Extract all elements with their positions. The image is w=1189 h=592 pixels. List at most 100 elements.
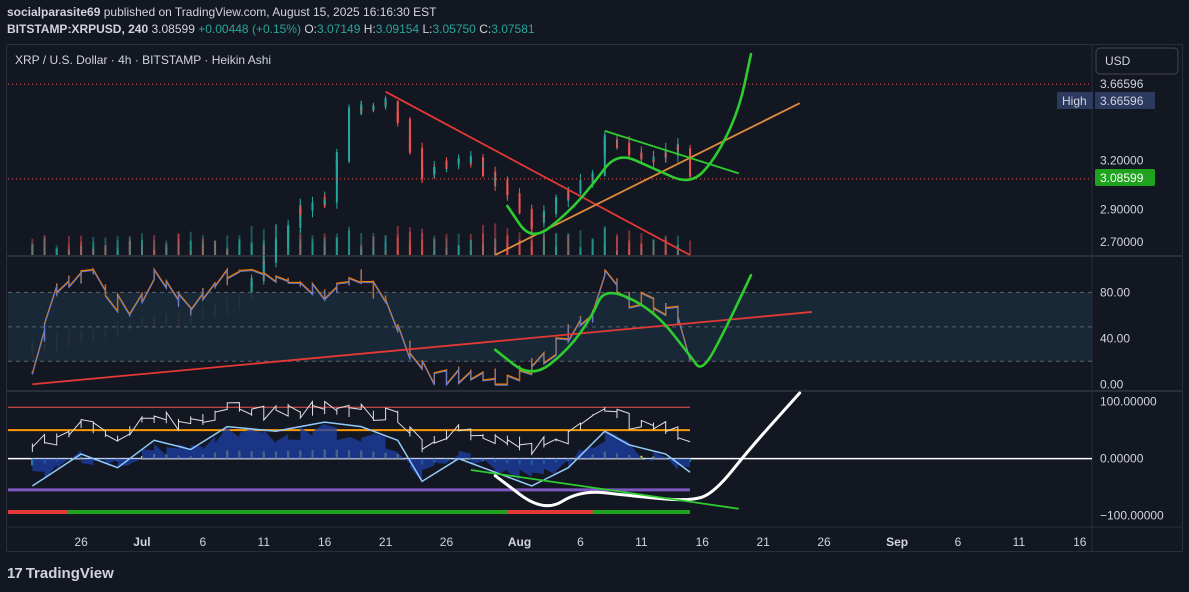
volume-bar [542, 240, 545, 255]
candle-body [628, 152, 631, 154]
candle-body [676, 146, 679, 150]
volume-bar [530, 240, 533, 255]
time-tick-label: Sep [886, 535, 908, 549]
candle-body [469, 156, 472, 159]
volume-bar [299, 234, 302, 255]
candle-body [287, 227, 290, 229]
price-tag: 3.08599 [1095, 169, 1155, 186]
candle-body [335, 159, 338, 164]
candle-body [591, 174, 594, 178]
volume-bar [469, 239, 472, 255]
volume-bar [80, 241, 83, 255]
volume-bar [494, 238, 497, 255]
volume-bar [579, 250, 582, 255]
candle-body [360, 107, 363, 110]
volume-bar [116, 250, 119, 255]
currency-button[interactable]: USD [1095, 47, 1179, 75]
time-tick-label: 6 [577, 535, 584, 549]
high-value: 3.66596 [1100, 94, 1144, 108]
candle-body [433, 167, 436, 172]
volume-bar [177, 233, 180, 255]
candle-body [384, 98, 387, 104]
volume-bar [104, 245, 107, 255]
volume-bar [43, 234, 46, 255]
volume-bar [628, 249, 631, 255]
volume-bar [676, 250, 679, 255]
downtrend-line [385, 90, 691, 256]
candle-body [323, 201, 326, 204]
volume-bar [664, 249, 667, 255]
candle-body [555, 199, 558, 202]
candle-body [652, 156, 655, 161]
candle-body [494, 178, 497, 181]
candle-body [372, 106, 375, 108]
time-tick-label: 26 [817, 535, 831, 549]
candle-body [579, 181, 582, 185]
volume-bar [262, 244, 265, 255]
time-tick-label: 6 [200, 535, 207, 549]
candle-body [640, 156, 643, 158]
time-tick-label: 16 [318, 535, 332, 549]
time-tick-label: 16 [1073, 535, 1087, 549]
volume-bar [31, 243, 34, 255]
volume-bar [214, 240, 217, 255]
price-tick-label: 2.90000 [1100, 202, 1144, 216]
volume-bar [128, 241, 131, 255]
candle-body [250, 277, 253, 285]
volume-bar [555, 248, 558, 255]
volume-bar [689, 240, 692, 255]
chart-canvas[interactable]: 2.70000 2.90000 3.20000 3.66596 0.00 40.00 80.… [0, 0, 1189, 592]
volume-bar [640, 233, 643, 255]
volume-bar [482, 224, 485, 255]
candle-body [615, 142, 618, 144]
volume-bar [603, 242, 606, 255]
candle-body [530, 222, 533, 224]
volume-bar [421, 240, 424, 255]
volume-bar [189, 240, 192, 255]
price-tick-label: 2.70000 [1100, 235, 1144, 249]
volume-bar [445, 233, 448, 255]
candle-body [299, 209, 302, 213]
candle-body [421, 173, 424, 175]
rsi-tick-label: 0.00 [1100, 377, 1124, 391]
candle-body [311, 202, 314, 204]
candle-body [689, 148, 692, 177]
candle-body [262, 262, 265, 264]
volume-bar [238, 239, 241, 255]
candle-body [603, 138, 606, 142]
volume-bar [372, 233, 375, 255]
time-tick-label: 26 [74, 535, 88, 549]
volume-bar [457, 245, 460, 255]
volume-bar [250, 242, 253, 255]
rsi-tick-label: 40.00 [1100, 331, 1130, 345]
candle-body [396, 114, 399, 124]
time-tick-label: 6 [955, 535, 962, 549]
volume-bar [311, 238, 314, 255]
volume-bar [153, 250, 156, 255]
volume-bar [226, 248, 229, 255]
volume-bar [396, 234, 399, 255]
volume-bar [408, 245, 411, 255]
tradingview-footer: 17 TradingView [7, 565, 114, 582]
rsi-tick-label: 80.00 [1100, 285, 1130, 299]
candle-body [518, 208, 521, 210]
time-tick-label: 11 [1013, 535, 1026, 549]
volume-bar [591, 250, 594, 255]
chart-title: XRP / U.S. Dollar · 4h · BITSTAMP · Heik… [15, 53, 271, 67]
volume-bar [165, 240, 168, 255]
time-tick-label: 11 [258, 535, 271, 549]
volume-bar [55, 248, 58, 255]
volume-bar [335, 238, 338, 255]
volume-bar [140, 240, 143, 255]
volume-bar [384, 241, 387, 255]
volume-bar [201, 244, 204, 255]
volume-bar [652, 240, 655, 255]
footer-brand: TradingView [25, 565, 114, 582]
volume-bar [67, 235, 70, 255]
volume-bar [348, 249, 351, 255]
volume-bar [360, 249, 363, 255]
high-marker: High 3.66596 [1057, 92, 1155, 109]
osc-tick-label: 100.00000 [1100, 395, 1157, 409]
candle-body [567, 192, 570, 195]
osc-bottom-strip-red [8, 510, 68, 514]
